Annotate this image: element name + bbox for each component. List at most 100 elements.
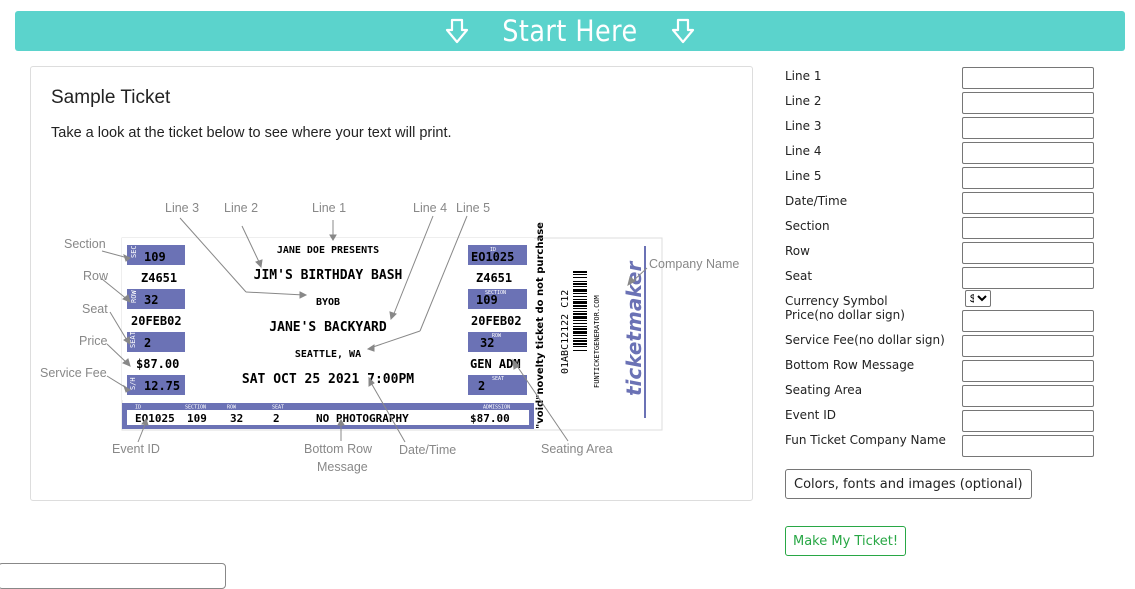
field-input[interactable]: [962, 67, 1094, 89]
start-here-banner: Start Here: [15, 11, 1125, 51]
field-input[interactable]: [962, 117, 1094, 139]
label-line4: Line 4: [413, 201, 447, 215]
barcode-bar: [573, 331, 587, 334]
barcode-bar: [573, 335, 587, 336]
field-input[interactable]: [962, 360, 1094, 382]
barcode-bar: [573, 296, 587, 297]
bottom-id: EO1025: [135, 412, 175, 425]
ticket-line3: BYOB: [316, 297, 340, 308]
barcode-bar: [573, 340, 587, 342]
bottom-seat-tag: SEAT: [272, 405, 284, 411]
bottom-section: 109: [187, 412, 207, 425]
label-price: Price: [79, 334, 108, 348]
field-input[interactable]: [962, 310, 1094, 332]
barcode-bar: [573, 271, 587, 273]
bottom-price: $87.00: [470, 412, 510, 425]
ticket-line2: JIM'S BIRTHDAY BASH: [254, 268, 403, 283]
barcode-number: 01ABC12122 C12: [560, 290, 571, 374]
bottom-admission-tag: ADMISSION: [483, 405, 510, 411]
label-section: Section: [64, 237, 106, 251]
field-input[interactable]: [962, 217, 1094, 239]
ticket-datetime: SAT OCT 25 2021 7:00PM: [242, 372, 414, 387]
field-input[interactable]: [962, 142, 1094, 164]
form-row: Price(no dollar sign): [785, 308, 1105, 334]
field-input[interactable]: [962, 192, 1094, 214]
field-input[interactable]: [962, 335, 1094, 357]
barcode-bar: [573, 283, 587, 285]
form-row: Line 4: [785, 142, 1105, 166]
bottom-row-tag: ROW: [227, 405, 237, 411]
field-input[interactable]: [962, 410, 1094, 432]
ticket-diagram-svg: SEC 109 Z4651 ROW 32 20FEB02 SEAT 2 $87.…: [40, 201, 739, 474]
barcode-bar: [573, 328, 587, 330]
barcode-bar: [573, 293, 587, 294]
field-input[interactable]: [962, 435, 1094, 457]
stub-right-seat: 2: [478, 379, 485, 393]
barcode-bar: [573, 338, 587, 339]
field-label: Line 3: [785, 119, 822, 133]
form-row: Line 1: [785, 67, 1105, 91]
field-label: Service Fee(no dollar sign): [785, 333, 945, 347]
banner-title: Start Here: [502, 14, 638, 48]
stub-left-fee: 12.75: [144, 379, 180, 393]
stub-left-section: 109: [144, 250, 166, 264]
form-row: Fun Ticket Company Name: [785, 433, 1105, 459]
barcode-bar: [573, 286, 587, 287]
ticket-line1: JANE DOE PRESENTS: [277, 245, 379, 256]
stub-left-row: 32: [144, 293, 158, 307]
currency-label: Currency Symbol: [785, 294, 888, 308]
down-arrow-icon: [671, 18, 695, 44]
bottom-partial-element[interactable]: [0, 563, 226, 589]
field-label: Line 4: [785, 144, 822, 158]
barcode-bar: [573, 289, 587, 292]
make-my-ticket-button[interactable]: Make My Ticket!: [785, 526, 907, 556]
bottom-strip: ID SECTION ROW SEAT ADMISSION EO1025 109…: [122, 403, 534, 429]
colors-fonts-images-button[interactable]: Colors, fonts and images (optional): [785, 469, 1032, 499]
label-service-fee: Service Fee: [40, 366, 107, 380]
barcode-bar: [573, 316, 587, 319]
field-input[interactable]: [962, 267, 1094, 289]
stub-right-id: EO1025: [471, 250, 514, 264]
barcode-bar: [573, 320, 587, 321]
barcode-bar: [573, 299, 587, 300]
down-arrow-icon: [445, 18, 469, 44]
ticket-diagram: SEC 109 Z4651 ROW 32 20FEB02 SEAT 2 $87.…: [30, 66, 753, 501]
form-row: Section: [785, 217, 1105, 241]
barcode-bar: [573, 274, 587, 275]
barcode-bar: [573, 323, 587, 324]
ticket-line4: JANE'S BACKYARD: [269, 320, 387, 335]
label-line1: Line 1: [312, 201, 346, 215]
label-company-name: Company Name: [649, 257, 739, 271]
bottom-row: 32: [230, 412, 243, 425]
currency-select[interactable]: $: [965, 290, 991, 307]
field-label: Date/Time: [785, 194, 848, 208]
barcode-bar: [573, 301, 587, 304]
field-label: Row: [785, 244, 810, 258]
seat-tag-right: SEAT: [492, 376, 504, 382]
label-line5: Line 5: [456, 201, 490, 215]
void-text: "void"novelty ticket do not purchase: [535, 222, 546, 429]
field-input[interactable]: [962, 242, 1094, 264]
field-input[interactable]: [962, 92, 1094, 114]
field-input[interactable]: [962, 385, 1094, 407]
field-label: Line 1: [785, 69, 822, 83]
site-text: FUNTICKETGENERATOR.COM: [593, 295, 601, 388]
label-seat: Seat: [82, 302, 108, 316]
label-seating-area: Seating Area: [541, 442, 613, 456]
field-label: Line 5: [785, 169, 822, 183]
field-input[interactable]: [962, 167, 1094, 189]
label-bottom-message: Message: [317, 460, 368, 474]
barcode-bar: [573, 313, 587, 315]
form-row: Line 2: [785, 92, 1105, 116]
bottom-message: NO PHOTOGRAPHY: [316, 412, 409, 425]
barcode-bar: [573, 350, 587, 351]
barcode-bar: [573, 343, 587, 345]
barcode-bar: [573, 305, 587, 307]
barcode-bar: [573, 346, 587, 347]
form-row: Line 3: [785, 117, 1105, 141]
stub-right-row: 32: [480, 336, 494, 350]
label-line3: Line 3: [165, 201, 199, 215]
field-label: Fun Ticket Company Name: [785, 433, 946, 447]
form-row: Bottom Row Message: [785, 358, 1105, 384]
field-label: Seat: [785, 269, 813, 283]
